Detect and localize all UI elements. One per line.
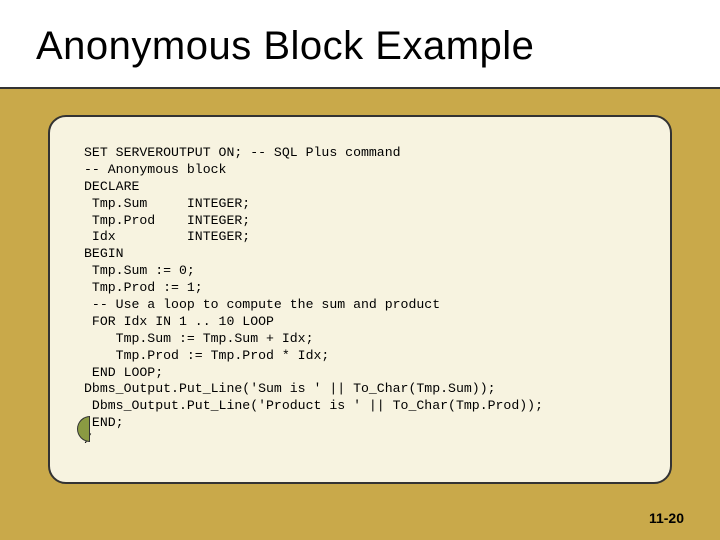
slide: Anonymous Block Example SET SERVEROUTPUT… (0, 0, 720, 540)
slide-number: 11-20 (649, 510, 684, 526)
code-block: SET SERVEROUTPUT ON; -- SQL Plus command… (84, 145, 652, 449)
code-panel: SET SERVEROUTPUT ON; -- SQL Plus command… (48, 115, 672, 484)
folder-tab-icon (77, 416, 90, 442)
page-title: Anonymous Block Example (36, 24, 700, 69)
title-bar: Anonymous Block Example (0, 0, 720, 89)
